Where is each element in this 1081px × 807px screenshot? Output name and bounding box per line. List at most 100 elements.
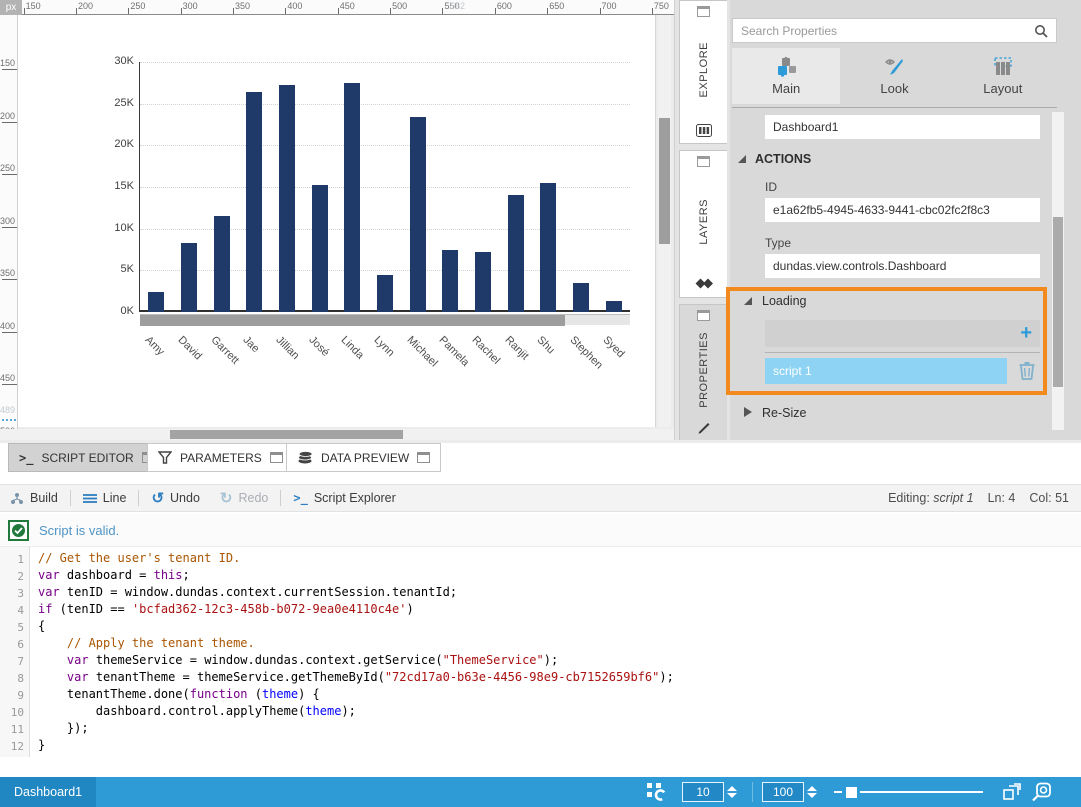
property-search[interactable] — [732, 18, 1057, 43]
bar-josé — [312, 185, 328, 313]
bar-chart[interactable]: 0K5K10K15K20K25K30K AmyDavidGarrettJaeJi… — [140, 62, 630, 312]
bar-michael — [410, 117, 426, 312]
script-explorer-button[interactable]: >_ Script Explorer — [283, 485, 405, 511]
tab-parameters[interactable]: PARAMETERS — [147, 443, 294, 472]
collapse-triangle-icon[interactable] — [744, 297, 752, 305]
ruler-tick — [2, 174, 17, 175]
x-axis-tick-label: Lynn — [372, 334, 397, 359]
ruler-label: 150 — [26, 1, 41, 11]
line-number: 1 — [17, 553, 24, 566]
line-button[interactable]: Line — [73, 485, 137, 511]
x-axis-tick-label: Garrett — [208, 334, 241, 367]
status-bar: Dashboard1 10 100 — [0, 777, 1081, 807]
ruler-label: 600 — [497, 1, 512, 11]
snap-grid-icon[interactable] — [645, 781, 671, 803]
search-icon[interactable] — [1034, 24, 1056, 38]
undock-window-icon[interactable] — [697, 310, 710, 321]
loading-section-header[interactable]: Loading — [744, 294, 807, 308]
bar-shu — [540, 183, 556, 312]
canvas-vscroll-thumb[interactable] — [659, 118, 670, 244]
zoom-percent-input[interactable]: 100 — [762, 782, 804, 802]
chart-axis-scrollbar-thumb[interactable] — [140, 315, 565, 326]
ruler-label: 350 — [0, 268, 15, 278]
ruler-label: 400 — [287, 1, 302, 11]
line-number: 9 — [17, 689, 24, 702]
redo-button[interactable]: ↻ Redo — [210, 485, 278, 511]
divider — [765, 352, 1040, 353]
tab-explore[interactable]: EXPLORE — [679, 0, 727, 144]
zoom-slider-thumb[interactable] — [846, 787, 857, 798]
brush-eye-icon — [882, 57, 906, 77]
active-view-name[interactable]: Dashboard1 — [0, 777, 96, 807]
divider — [732, 107, 1057, 108]
layers-icon — [695, 276, 713, 292]
code-editor[interactable]: 123456789101112 // Get the user's tenant… — [0, 547, 1081, 757]
canvas-hscroll-thumb[interactable] — [170, 430, 403, 439]
canvas-vertical-scrollbar[interactable] — [658, 15, 671, 427]
properties-scroll-thumb[interactable] — [1053, 217, 1063, 387]
loading-add-row[interactable]: + — [765, 320, 1040, 347]
dashboard-artboard[interactable]: 0K5K10K15K20K25K30K AmyDavidGarrettJaeJi… — [18, 15, 656, 427]
data-stack-icon — [297, 451, 313, 464]
puzzle-icon — [774, 57, 798, 77]
tab-script-editor[interactable]: >_ SCRIPT EDITOR — [8, 443, 166, 472]
ptab-layout[interactable]: Layout — [949, 48, 1057, 104]
tab-layers[interactable]: LAYERS — [679, 150, 727, 298]
dundas-designer-window: 1502002503003504004505005506006507007505… — [0, 0, 1081, 807]
ptab-look[interactable]: Look — [840, 48, 948, 104]
ruler-label: 650 — [549, 1, 564, 11]
undo-icon: ↺ — [151, 489, 164, 507]
build-icon — [10, 492, 24, 505]
line-icon — [83, 493, 97, 504]
loading-script-item[interactable]: script 1 — [765, 358, 1007, 384]
editor-dock: >_ SCRIPT EDITOR PARAMETERS DATA PREVIEW — [0, 440, 1081, 777]
ruler-tick — [2, 279, 17, 280]
undock-window-icon[interactable] — [697, 156, 710, 167]
undock-window-icon[interactable] — [417, 452, 430, 463]
tab-explore-label: EXPLORE — [698, 42, 710, 97]
bar-jillian — [279, 85, 295, 312]
plus-icon[interactable]: + — [1020, 322, 1032, 345]
canvas-horizontal-scrollbar[interactable] — [0, 429, 674, 440]
type-value-field[interactable]: dundas.view.controls.Dashboard — [765, 254, 1040, 278]
search-input[interactable] — [733, 24, 1034, 38]
resize-section-header[interactable]: Re-Size — [744, 406, 806, 420]
zoom-stepper[interactable] — [807, 784, 817, 800]
ruler-label: 450 — [340, 1, 355, 11]
ruler-tick — [2, 122, 17, 123]
trash-icon[interactable] — [1018, 361, 1036, 381]
snap-size-stepper[interactable] — [727, 784, 737, 800]
ptab-main[interactable]: Main — [732, 48, 840, 104]
bar-garrett — [214, 216, 230, 312]
actions-section-header[interactable]: ACTIONS — [738, 152, 811, 166]
tab-properties[interactable]: PROPERTIES — [679, 304, 727, 440]
code-line: } — [38, 738, 45, 752]
undo-button[interactable]: ↺ Undo — [141, 485, 209, 511]
line-number: 2 — [17, 570, 24, 583]
zoom-slider-track[interactable] — [860, 791, 983, 793]
horizontal-ruler: 1502002503003504004505005506006507007505… — [0, 0, 674, 15]
id-value-field[interactable]: e1a62fb5-4945-4633-9441-cbc02fc2f8c3 — [765, 198, 1040, 222]
tab-parameters-label: PARAMETERS — [180, 451, 262, 465]
tab-data-preview[interactable]: DATA PREVIEW — [286, 443, 441, 472]
expand-triangle-icon[interactable] — [744, 407, 752, 417]
maximize-icon[interactable] — [1002, 782, 1022, 802]
x-axis-tick-label: Rachel — [470, 334, 503, 367]
id-label: ID — [765, 180, 777, 194]
design-canvas-region: 1502002503003504004505005506006507007505… — [0, 0, 674, 440]
element-name-field[interactable]: Dashboard1 — [765, 115, 1040, 139]
build-button[interactable]: Build — [0, 485, 68, 511]
tab-properties-label: PROPERTIES — [698, 332, 710, 408]
properties-scrollbar[interactable] — [1052, 112, 1064, 430]
snap-size-input[interactable]: 10 — [682, 782, 724, 802]
type-label: Type — [765, 236, 791, 250]
collapse-triangle-icon[interactable] — [738, 155, 746, 163]
undock-window-icon[interactable] — [270, 452, 283, 463]
zoom-fit-icon[interactable] — [1030, 782, 1052, 802]
zoom-out-tick[interactable] — [834, 791, 842, 793]
undock-window-icon[interactable] — [697, 6, 710, 17]
ruler-label: 400 — [0, 321, 15, 331]
divider — [280, 490, 281, 506]
code-line: var tenID = window.dundas.context.curren… — [38, 585, 457, 599]
chart-axis-scrollbar[interactable] — [140, 314, 630, 325]
